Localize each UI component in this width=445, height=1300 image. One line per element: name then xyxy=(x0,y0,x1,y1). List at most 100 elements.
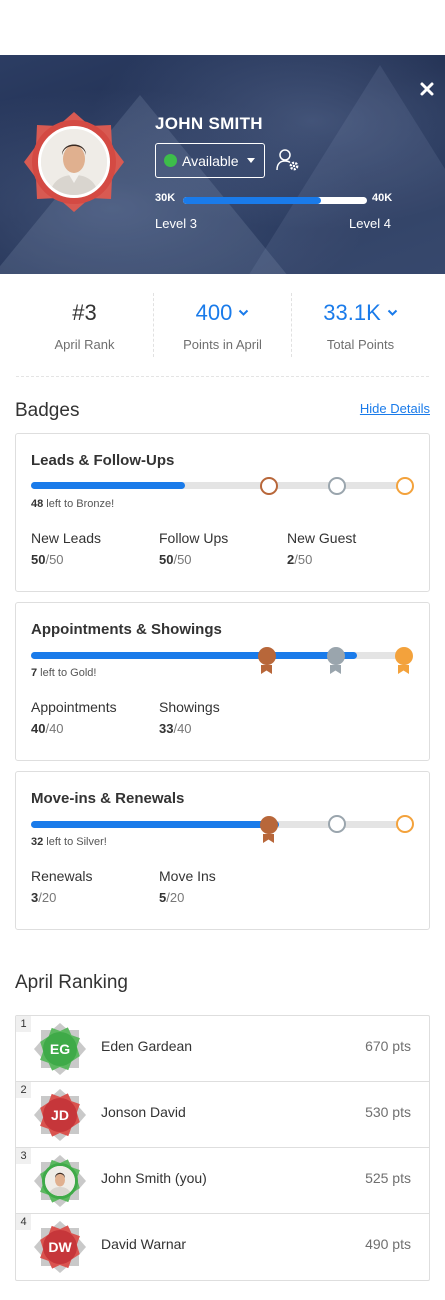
metric-label: New Leads xyxy=(31,530,102,546)
metric-new-leads: New Leads 50/50 xyxy=(31,530,159,567)
badges-title: Badges xyxy=(15,400,80,421)
ranking-row[interactable]: 4 DW David Warnar 490 pts xyxy=(16,1214,429,1280)
stat-total-points: 33.1K Total Points xyxy=(291,293,429,357)
badge-progress-track xyxy=(31,821,406,828)
chevron-down-icon xyxy=(387,309,397,316)
ranking-name: Eden Gardean xyxy=(101,1038,193,1054)
metric-follow-ups: Follow Ups 50/50 xyxy=(159,530,287,567)
gold-milestone-icon xyxy=(396,815,414,833)
avatar xyxy=(22,110,126,214)
ranking-row[interactable]: 1 EG Eden Gardean 670 pts xyxy=(16,1016,429,1082)
metric-label: Follow Ups xyxy=(159,530,229,546)
silver-medal-icon xyxy=(327,647,345,665)
ranking-points: 490 pts xyxy=(365,1236,411,1252)
badge-metrics: New Leads 50/50 Follow Ups 50/50 New Gue… xyxy=(31,530,415,567)
badge-progress-fill xyxy=(31,821,279,828)
badge-metrics: Renewals 3/20 Move Ins 5/20 xyxy=(31,868,287,905)
badge-card-title: Move-ins & Renewals xyxy=(31,790,185,807)
close-icon[interactable] xyxy=(419,81,435,97)
badge-progress-track xyxy=(31,482,406,489)
bronze-medal-icon xyxy=(260,816,278,834)
status-label: Available xyxy=(182,152,239,169)
ranking-row[interactable]: 3 John Smith (you) 525 pts xyxy=(16,1148,429,1214)
bronze-medal-icon xyxy=(258,647,276,665)
rank-number: 2 xyxy=(16,1082,31,1098)
avatar xyxy=(33,1154,87,1208)
stat-label: April Rank xyxy=(54,337,115,352)
avatar-initials: EG xyxy=(43,1032,77,1066)
xp-end-label: 40K xyxy=(372,192,393,204)
next-level: Level 4 xyxy=(349,216,391,231)
bronze-milestone-icon xyxy=(260,477,278,495)
avatar-initials: JD xyxy=(43,1098,77,1132)
ranking-name: John Smith (you) xyxy=(101,1170,207,1186)
available-status-icon xyxy=(164,154,177,167)
remaining-note: 32 left to Silver! xyxy=(31,836,107,848)
ranking-title: April Ranking xyxy=(15,972,128,993)
silver-milestone-icon xyxy=(328,815,346,833)
metric-new-guest: New Guest 2/50 xyxy=(287,530,415,567)
rank-number: 3 xyxy=(16,1148,31,1164)
rank-number: 4 xyxy=(16,1214,31,1230)
metric-label: Appointments xyxy=(31,699,117,715)
stats-row: #3 April Rank 400 Points in April 33.1K … xyxy=(16,293,429,357)
bronze-ribbon-icon xyxy=(263,834,274,843)
badge-card-title: Appointments & Showings xyxy=(31,621,222,638)
remaining-note: 7 left to Gold! xyxy=(31,667,97,679)
stat-value-dropdown[interactable]: 33.1K xyxy=(292,299,429,327)
stat-label: Points in April xyxy=(183,337,262,352)
rank-number: 1 xyxy=(16,1016,31,1032)
chevron-down-icon xyxy=(239,309,249,316)
metric-value: 2/50 xyxy=(287,552,313,567)
metric-value: 3/20 xyxy=(31,890,57,905)
badge-card: Move-ins & Renewals 32 left to Silver! R… xyxy=(15,771,430,930)
ranking-name: David Warnar xyxy=(101,1236,187,1252)
user-name: JOHN SMITH xyxy=(155,114,263,133)
metric-label: Move Ins xyxy=(159,868,216,884)
metric-showings: Showings 33/40 xyxy=(159,699,287,736)
badge-progress-fill xyxy=(31,482,185,489)
badge-progress-fill xyxy=(31,652,358,659)
avatar: JD xyxy=(33,1088,87,1142)
metric-appointments: Appointments 40/40 xyxy=(31,699,159,736)
badge-progress-track xyxy=(31,652,406,659)
gold-milestone-icon xyxy=(396,477,414,495)
stat-label: Total Points xyxy=(326,337,395,352)
stat-value-dropdown[interactable]: 400 xyxy=(154,299,291,327)
profile-header: JOHN SMITH Available 30K 40K Level 3 Lev… xyxy=(0,55,445,274)
badge-card-title: Leads & Follow-Ups xyxy=(31,452,175,469)
badge-metrics: Appointments 40/40 Showings 33/40 xyxy=(31,699,287,736)
divider xyxy=(16,376,429,377)
avatar: EG xyxy=(33,1022,87,1076)
xp-start-label: 30K xyxy=(155,192,176,204)
bronze-ribbon-icon xyxy=(261,665,272,674)
gold-ribbon-icon xyxy=(398,665,409,674)
gold-medal-icon xyxy=(395,647,413,665)
user-photo xyxy=(38,126,110,198)
stat-april-rank: #3 April Rank xyxy=(16,293,153,357)
stat-points-in-april: 400 Points in April xyxy=(153,293,291,357)
level-progress-fill xyxy=(183,197,321,204)
metric-label: Renewals xyxy=(31,868,93,884)
metric-value: 50/50 xyxy=(159,552,192,567)
user-photo xyxy=(42,1163,78,1199)
status-dropdown[interactable]: Available xyxy=(155,143,265,178)
avatar: DW xyxy=(33,1220,87,1274)
metric-label: Showings xyxy=(159,699,220,715)
chevron-down-icon xyxy=(246,158,255,163)
ranking-points: 525 pts xyxy=(365,1170,411,1186)
ranking-row[interactable]: 2 JD Jonson David 530 pts xyxy=(16,1082,429,1148)
metric-move-ins: Move Ins 5/20 xyxy=(159,868,287,905)
ranking-points: 670 pts xyxy=(365,1038,411,1054)
ranking-list: 1 EG Eden Gardean 670 pts 2 JD Jonson Da… xyxy=(15,1015,430,1281)
user-settings-icon[interactable] xyxy=(276,148,302,177)
hide-details-link[interactable]: Hide Details xyxy=(360,401,430,416)
metric-value: 50/50 xyxy=(31,552,64,567)
ranking-points: 530 pts xyxy=(365,1104,411,1120)
metric-value: 5/20 xyxy=(159,890,185,905)
stat-value: #3 xyxy=(72,300,97,325)
level-progress-bar xyxy=(183,197,367,204)
metric-renewals: Renewals 3/20 xyxy=(31,868,159,905)
metric-value: 33/40 xyxy=(159,721,192,736)
metric-value: 40/40 xyxy=(31,721,64,736)
